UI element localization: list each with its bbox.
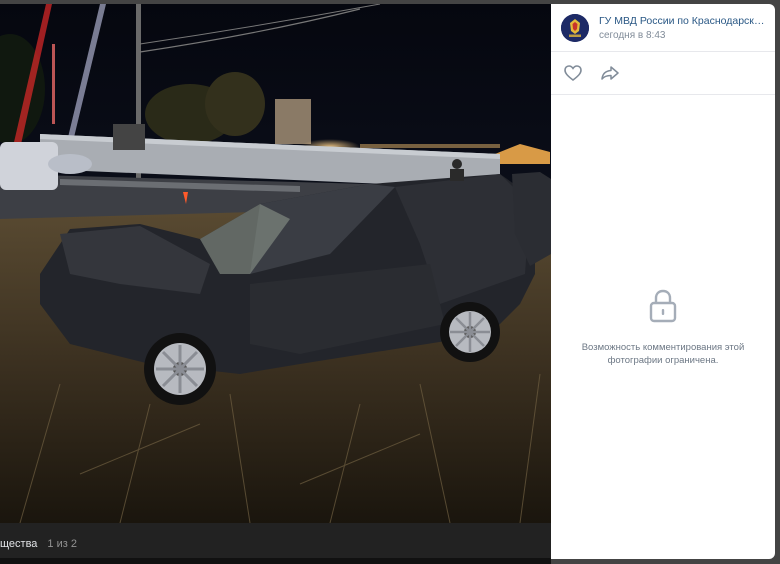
heart-icon <box>564 65 582 81</box>
like-button[interactable] <box>561 61 585 85</box>
comments-locked: Возможность комментирования этой фотогра… <box>551 288 775 367</box>
locked-message-line2: фотографии ограничена. <box>607 355 719 366</box>
post-date[interactable]: сегодня в 8:43 <box>599 30 769 41</box>
share-button[interactable] <box>598 61 622 85</box>
photo-viewer: щества 1 из 2 ГУ МВД России по Краснодар… <box>0 0 780 564</box>
avatar[interactable] <box>561 13 589 42</box>
photo-counter: 1 из 2 <box>47 537 77 550</box>
share-icon <box>601 66 619 80</box>
locked-message-line1: Возможность комментирования этой <box>581 342 745 353</box>
lock-icon <box>648 288 678 329</box>
bottom-strip <box>0 558 551 564</box>
author-header: ГУ МВД России по Краснодарскому краю сег… <box>551 4 775 52</box>
police-emblem-icon <box>561 13 589 42</box>
actions-bar <box>551 52 775 95</box>
photo-sidebar: ГУ МВД России по Краснодарскому краю сег… <box>551 4 775 559</box>
photo[interactable] <box>0 4 551 523</box>
album-name[interactable]: щества <box>0 538 37 550</box>
author-name[interactable]: ГУ МВД России по Краснодарскому краю <box>599 15 769 27</box>
crash-photo-illustration <box>0 4 551 523</box>
